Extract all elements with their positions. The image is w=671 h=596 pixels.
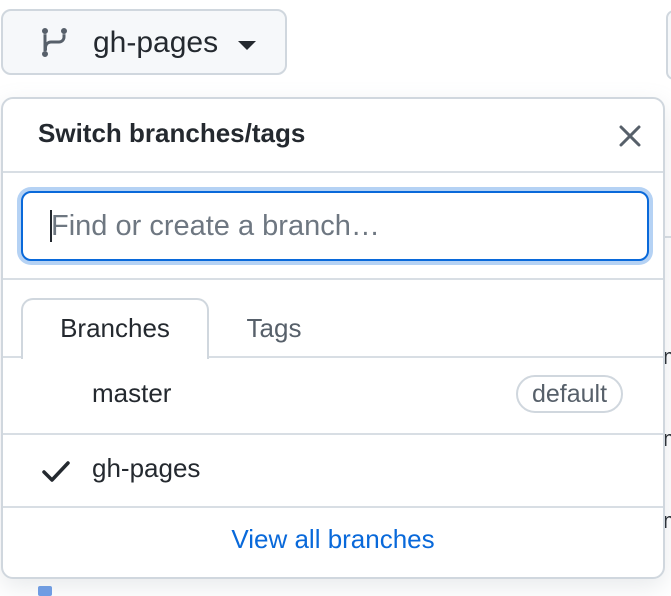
default-badge: default xyxy=(516,375,624,413)
close-icon[interactable] xyxy=(615,121,645,151)
view-all-branches-link[interactable]: View all branches xyxy=(3,509,663,577)
check-icon xyxy=(42,461,70,482)
branch-search-input[interactable] xyxy=(21,191,649,261)
file-icon xyxy=(38,586,52,596)
tab-tags[interactable]: Tags xyxy=(209,300,339,356)
text-cursor xyxy=(50,210,52,242)
footer-divider xyxy=(3,506,663,508)
header-divider xyxy=(3,171,663,173)
tab-branches[interactable]: Branches xyxy=(21,298,209,359)
branch-item-gh-pages[interactable]: gh-pages xyxy=(3,434,663,508)
file-list-row xyxy=(0,580,671,592)
chevron-down-icon xyxy=(238,41,256,50)
git-branch-icon xyxy=(42,28,67,57)
branch-switcher-dropdown: Switch branches/tags Branches Tags maste… xyxy=(1,97,665,579)
current-branch-label: gh-pages xyxy=(93,26,219,59)
file-row-divider xyxy=(665,236,671,238)
branch-name: gh-pages xyxy=(92,453,201,483)
branch-selector-button[interactable]: gh-pages xyxy=(1,9,287,75)
branch-name: master xyxy=(92,378,172,408)
branch-item-master[interactable]: master default xyxy=(3,359,663,433)
dropdown-title: Switch branches/tags xyxy=(38,118,306,148)
search-divider xyxy=(3,278,663,280)
code-button-edge[interactable] xyxy=(666,10,671,80)
